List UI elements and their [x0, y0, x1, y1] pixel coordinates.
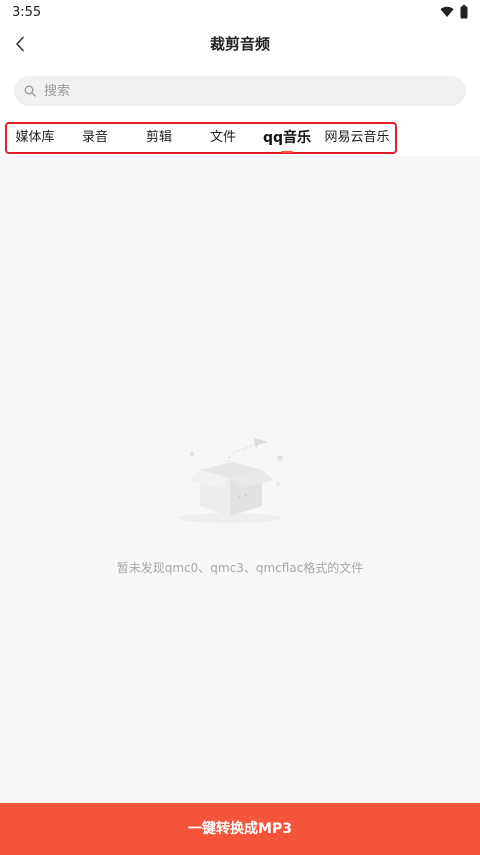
status-time: 3:55 [12, 4, 42, 20]
status-icons [440, 5, 468, 19]
search-icon [24, 85, 36, 97]
empty-state-message: 暂未发现qmc0、qmc3、qmcflac格式的文件 [116, 561, 364, 575]
battery-icon [460, 5, 468, 19]
empty-box-icon [178, 438, 283, 523]
wifi-icon [440, 6, 454, 18]
convert-to-mp3-button[interactable]: 一键转换成MP3 [0, 803, 480, 855]
tab-files[interactable]: 文件 [191, 124, 255, 152]
tab-clips[interactable]: 剪辑 [127, 124, 191, 152]
file-list-area: 暂未发现qmc0、qmc3、qmcflac格式的文件 [0, 156, 480, 803]
search-bar[interactable] [14, 76, 466, 106]
tab-qq-music[interactable]: qq音乐 [255, 124, 319, 153]
back-button[interactable] [6, 30, 34, 58]
tab-netease-music[interactable]: 网易云音乐 [319, 124, 395, 152]
tab-recording[interactable]: 录音 [63, 124, 127, 152]
status-bar: 3:55 [0, 0, 480, 24]
page-title: 裁剪音频 [209, 35, 270, 53]
search-input[interactable] [42, 82, 446, 100]
top-panel: 媒体库 录音 剪辑 文件 qq音乐 网易云音乐 [0, 64, 480, 156]
source-tabs: 媒体库 录音 剪辑 文件 qq音乐 网易云音乐 [5, 122, 397, 154]
chevron-left-icon [16, 36, 24, 52]
tab-media-library[interactable]: 媒体库 [7, 124, 63, 152]
app-header: 裁剪音频 [0, 24, 480, 64]
